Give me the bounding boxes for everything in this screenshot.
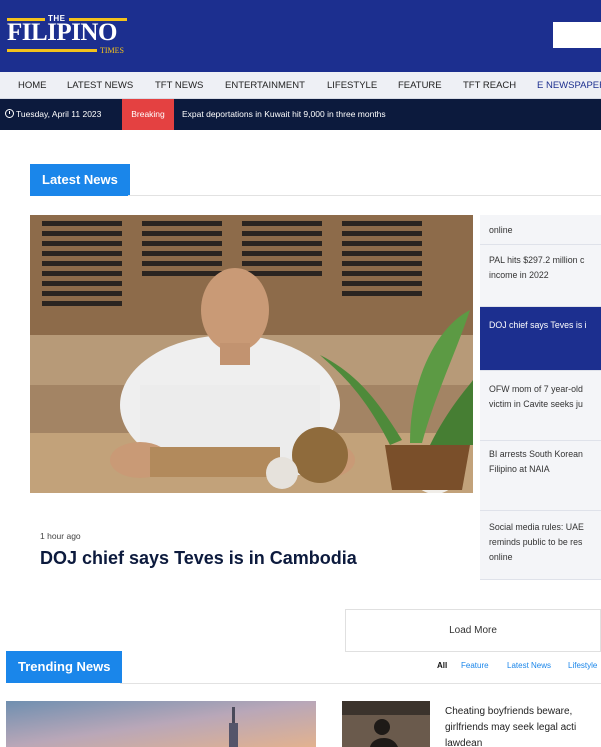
nav-item-tft-reach[interactable]: TFT REACH bbox=[463, 72, 516, 99]
search-input[interactable] bbox=[553, 22, 601, 48]
nav-item-latest-news[interactable]: LATEST NEWS bbox=[67, 72, 133, 99]
latest-news-heading: Latest News bbox=[30, 164, 130, 196]
list-item[interactable]: online bbox=[480, 215, 601, 245]
list-item[interactable]: BI arrests South Korean Filipino at NAIA bbox=[480, 441, 601, 511]
nav-item-tft-news[interactable]: TFT NEWS bbox=[155, 72, 203, 99]
list-item[interactable]: PAL hits $297.2 million c income in 2022 bbox=[480, 245, 601, 307]
breaking-ticker: Tuesday, April 11 2023 Breaking Expat de… bbox=[0, 99, 601, 130]
breaking-badge: Breaking bbox=[122, 99, 174, 130]
nav-item-feature[interactable]: FEATURE bbox=[398, 72, 442, 99]
date-text: Tuesday, April 11 2023 bbox=[16, 109, 102, 119]
tab-feature[interactable]: Feature bbox=[461, 661, 489, 670]
logo-name: FILIPINO bbox=[7, 19, 117, 46]
trending-item-thumbnail[interactable] bbox=[342, 701, 430, 747]
nav-item-lifestyle[interactable]: LIFESTYLE bbox=[327, 72, 377, 99]
trending-main-image[interactable] bbox=[6, 701, 316, 747]
nav-item-entertainment[interactable]: ENTERTAINMENT bbox=[225, 72, 305, 99]
trending-news-heading: Trending News bbox=[6, 651, 123, 683]
list-item[interactable]: OFW mom of 7 year-old victim in Cavite s… bbox=[480, 371, 601, 441]
main-nav: HOME LATEST NEWS TFT NEWS ENTERTAINMENT … bbox=[0, 72, 601, 99]
logo-rule-bottom bbox=[7, 49, 97, 52]
tab-latest-news[interactable]: Latest News bbox=[507, 661, 551, 670]
site-header: THE FILIPINO TIMES bbox=[0, 0, 601, 72]
trending-item-title[interactable]: Cheating boyfriends beware, girlfriends … bbox=[445, 704, 601, 747]
site-logo[interactable]: THE FILIPINO TIMES bbox=[7, 14, 127, 56]
tab-lifestyle[interactable]: Lifestyle bbox=[568, 661, 597, 670]
latest-news-list: online PAL hits $297.2 million c income … bbox=[480, 215, 601, 580]
list-item-active[interactable]: DOJ chief says Teves is i bbox=[480, 307, 601, 371]
featured-image[interactable] bbox=[30, 215, 473, 493]
nav-item-home[interactable]: HOME bbox=[18, 72, 47, 99]
ticker-headline[interactable]: Expat deportations in Kuwait hit 9,000 i… bbox=[182, 99, 386, 130]
article-time-ago: 1 hour ago bbox=[40, 531, 81, 541]
tab-all[interactable]: All bbox=[437, 661, 447, 670]
logo-times-text: TIMES bbox=[100, 46, 124, 55]
nav-item-e-newspaper[interactable]: E NEWSPAPER bbox=[537, 72, 601, 99]
list-item[interactable]: Social media rules: UAE reminds public t… bbox=[480, 511, 601, 580]
current-date: Tuesday, April 11 2023 bbox=[5, 99, 101, 130]
section-divider bbox=[120, 683, 601, 684]
section-divider bbox=[128, 195, 601, 196]
clock-icon bbox=[5, 109, 14, 118]
featured-article-title[interactable]: DOJ chief says Teves is in Cambodia bbox=[40, 548, 357, 569]
load-more-button[interactable]: Load More bbox=[345, 609, 601, 652]
